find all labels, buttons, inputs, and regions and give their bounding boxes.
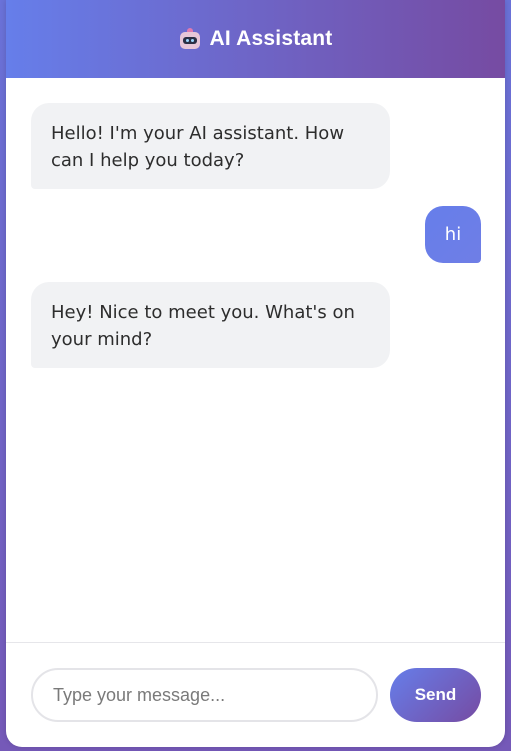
send-button[interactable]: Send xyxy=(390,668,481,722)
bot-message: Hey! Nice to meet you. What's on your mi… xyxy=(31,282,390,368)
message-list: Hello! I'm your AI assistant. How can I … xyxy=(6,78,505,642)
robot-icon xyxy=(179,28,201,50)
bot-message: Hello! I'm your AI assistant. How can I … xyxy=(31,103,390,189)
chat-window: AI Assistant Hello! I'm your AI assistan… xyxy=(6,0,505,747)
message-input[interactable] xyxy=(31,668,378,722)
composer: Send xyxy=(6,642,505,747)
chat-header: AI Assistant xyxy=(6,0,505,78)
chat-title: AI Assistant xyxy=(209,27,333,50)
user-message: hi xyxy=(425,206,481,263)
